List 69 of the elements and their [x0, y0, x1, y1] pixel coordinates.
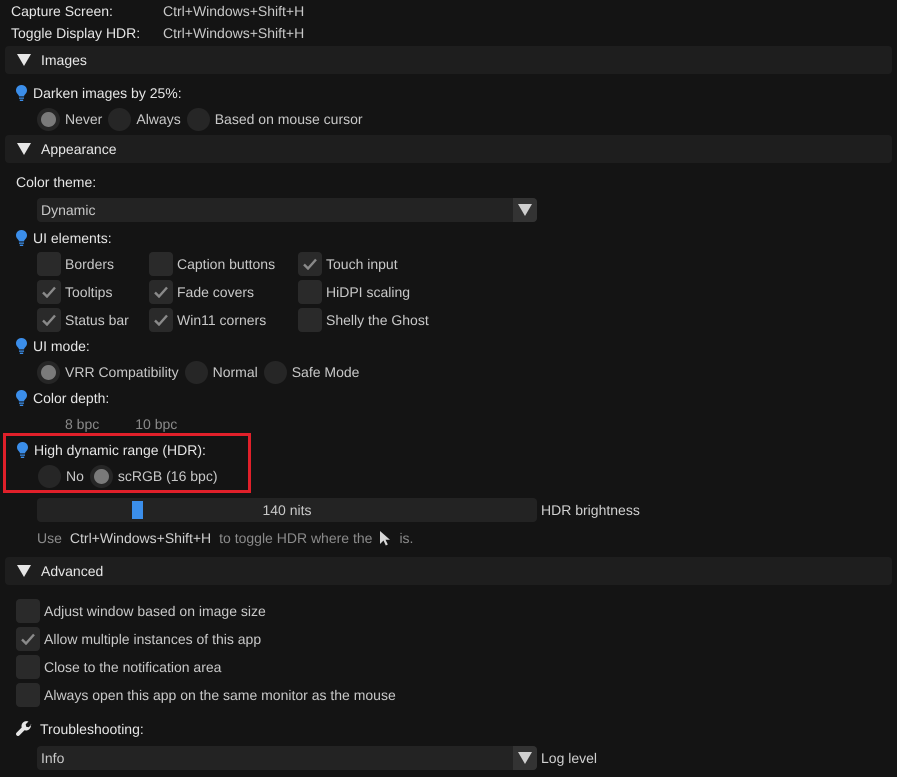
checkbox-label: Adjust window based on image size	[44, 602, 266, 621]
checkbox[interactable]	[16, 627, 40, 651]
checkbox-label: Touch input	[326, 254, 398, 274]
expand-triangle-icon	[17, 565, 31, 577]
option-label: VRR Compatibility	[65, 362, 179, 382]
hint-text: to toggle HDR where the	[219, 528, 372, 548]
checkmark-icon	[154, 314, 168, 326]
option-label: 8 bpc	[65, 414, 100, 434]
wrench-icon	[16, 721, 32, 737]
section-header[interactable]: Advanced	[5, 557, 892, 585]
dropdown[interactable]: Info	[37, 746, 537, 770]
shortcut-keys: Ctrl+Windows+Shift+H	[70, 528, 212, 548]
setting-label: Color depth:	[33, 388, 110, 408]
checkbox[interactable]	[149, 308, 173, 332]
checkbox-label: HiDPI scaling	[326, 282, 410, 302]
checkmark-icon	[42, 286, 56, 298]
checkbox-label: Shelly the Ghost	[326, 310, 429, 330]
checkbox-label: Borders	[65, 254, 114, 274]
slider-caption: HDR brightness	[541, 500, 640, 520]
checkbox-label: Always open this app on the same monitor as the mouse	[44, 686, 396, 705]
checkbox-label: Caption buttons	[177, 254, 276, 274]
checkmark-icon	[303, 258, 317, 270]
checkbox-label: Status bar	[65, 310, 129, 330]
caret-icon	[518, 752, 532, 764]
checkbox[interactable]	[149, 280, 173, 304]
checkbox[interactable]	[37, 308, 61, 332]
checkbox-label: Allow multiple instances of this app	[44, 630, 262, 649]
checkbox-label: Win11 corners	[177, 310, 266, 330]
shortcut-keys: Ctrl+Windows+Shift+H	[163, 22, 304, 44]
shortcut-label: Capture Screen:	[11, 2, 114, 21]
radio-button[interactable]	[37, 360, 60, 384]
dropdown[interactable]: Dynamic	[37, 198, 537, 222]
checkmark-icon	[21, 633, 35, 645]
checkbox-label: Tooltips	[65, 282, 112, 302]
expand-triangle-icon	[17, 143, 31, 155]
setting-label: UI mode:	[33, 336, 90, 356]
section-label: Troubleshooting:	[40, 720, 144, 739]
checkmark-icon	[42, 314, 56, 326]
option-label: 10 bpc	[135, 414, 178, 434]
section-header[interactable]: Appearance	[5, 135, 892, 163]
option-label: Normal	[212, 362, 258, 382]
setting-label: Color theme:	[16, 172, 96, 192]
shortcut-keys: Ctrl+Windows+Shift+H	[163, 0, 304, 22]
option-label: Safe Mode	[292, 362, 360, 382]
setting-label: High dynamic range (HDR):	[34, 440, 206, 460]
checkmark-icon	[154, 286, 168, 298]
radio-button[interactable]	[90, 464, 113, 488]
caret-icon	[518, 204, 532, 216]
option-label: Always	[136, 110, 181, 129]
checkbox-label: Fade covers	[177, 282, 254, 302]
cursor-arrow-icon	[380, 530, 392, 546]
section-header[interactable]: Images	[5, 46, 892, 74]
radio-button[interactable]	[37, 108, 60, 130]
checkbox-label: Close to the notification area	[44, 658, 222, 676]
hint-text: Use	[37, 528, 62, 548]
shortcut-label: Toggle Display HDR:	[11, 24, 142, 43]
checkbox[interactable]	[37, 280, 61, 304]
setting-label: Darken images by 25%:	[33, 84, 182, 103]
option-label: scRGB (16 bpc)	[118, 466, 218, 486]
option-label: Based on mouse cursor	[214, 110, 363, 128]
slider-thumb[interactable]	[132, 501, 143, 519]
checkbox[interactable]	[298, 252, 322, 276]
hint-text: is.	[399, 528, 414, 548]
setting-label: UI elements:	[33, 228, 112, 248]
brightness-slider[interactable]: 140 nits	[37, 498, 537, 522]
expand-triangle-icon	[17, 54, 31, 66]
option-label: No	[66, 466, 84, 486]
dropdown-caption: Log level	[541, 748, 598, 768]
option-label: Never	[65, 110, 102, 128]
